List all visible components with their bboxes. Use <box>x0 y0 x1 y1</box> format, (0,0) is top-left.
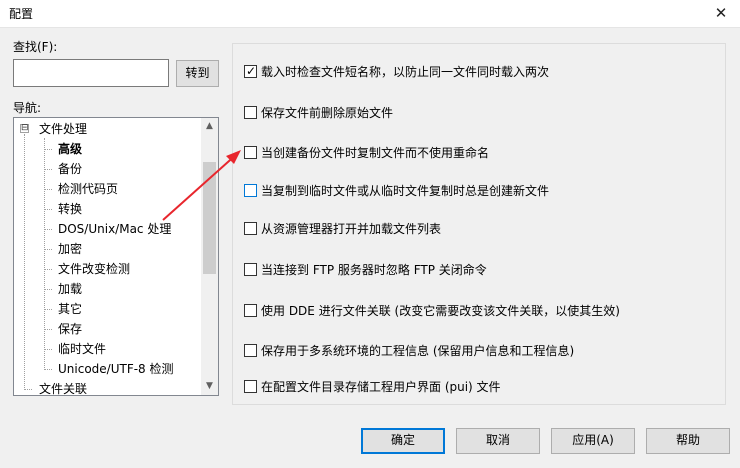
check-icon: ✓ <box>246 64 257 78</box>
option-label: 保存文件前删除原始文件 <box>261 106 394 120</box>
tree-item[interactable]: 加密 <box>58 239 82 259</box>
tree-line <box>44 309 52 310</box>
tree-line <box>44 249 52 250</box>
tree-item[interactable]: 高级 <box>58 139 82 159</box>
tree-line <box>44 289 52 290</box>
tree-line <box>44 269 52 270</box>
go-button[interactable]: 转到 <box>176 60 219 87</box>
tree-item[interactable]: 其它 <box>58 299 82 319</box>
tree-item[interactable]: 临时文件 <box>58 339 106 359</box>
option-label: 保存用于多系统环境的工程信息 (保留用户信息和工程信息) <box>261 344 575 358</box>
tree-item[interactable]: 转换 <box>58 199 82 219</box>
cancel-button[interactable]: 取消 <box>456 428 540 454</box>
option-checkbox[interactable] <box>244 344 257 357</box>
collapse-icon[interactable]: ⊟ <box>20 124 29 133</box>
tree-item[interactable]: 文件改变检测 <box>58 259 130 279</box>
option-label: 从资源管理器打开并加载文件列表 <box>261 222 442 236</box>
navigation-tree[interactable]: ⊟ 文件处理 高级 备份 检测代码页 转换 DOS/Unix/Mac 处理 加密 文件改变检测… <box>13 117 219 396</box>
tree-scrollbar[interactable]: ▲ ▼ <box>201 118 218 395</box>
option-checkbox[interactable] <box>244 184 257 197</box>
tree-line <box>44 138 45 370</box>
nav-label: 导航: <box>13 101 42 115</box>
tree-item[interactable]: DOS/Unix/Mac 处理 <box>58 219 171 239</box>
option-label: 当复制到临时文件或从临时文件复制时总是创建新文件 <box>261 184 550 198</box>
option-label: 载入时检查文件短名称，以防止同一文件同时载入两次 <box>261 65 550 79</box>
scroll-thumb[interactable] <box>203 162 216 274</box>
option-checkbox[interactable]: ✓ <box>244 64 257 78</box>
option-checkbox[interactable] <box>244 106 257 119</box>
tree-line <box>44 149 52 150</box>
option-checkbox[interactable] <box>244 146 257 159</box>
option-label: 使用 DDE 进行文件关联 (改变它需要改变该文件关联，以使其生效) <box>261 304 620 318</box>
option-label: 当创建备份文件时复制文件而不使用重命名 <box>261 146 490 160</box>
close-icon[interactable]: ✕ <box>710 3 732 23</box>
search-input[interactable] <box>13 59 169 87</box>
tree-item[interactable]: 保存 <box>58 319 82 339</box>
scroll-up-icon[interactable]: ▲ <box>201 118 218 135</box>
tree-line <box>44 349 52 350</box>
title-bar: 配置 ✕ <box>0 0 740 28</box>
apply-button[interactable]: 应用(A) <box>551 428 635 454</box>
tree-item[interactable]: 加载 <box>58 279 82 299</box>
tree-line <box>44 209 52 210</box>
option-checkbox[interactable] <box>244 304 257 317</box>
search-label: 查找(F): <box>13 40 58 54</box>
window-title: 配置 <box>9 7 34 21</box>
tree-line <box>44 329 52 330</box>
scroll-down-icon[interactable]: ▼ <box>201 378 218 395</box>
tree-folder-item[interactable]: 文件关联 <box>39 379 87 395</box>
option-label: 在配置文件目录存储工程用户界面 (pui) 文件 <box>261 380 501 394</box>
tree-item[interactable]: 检测代码页 <box>58 179 118 199</box>
option-checkbox[interactable] <box>244 380 257 393</box>
tree-line <box>44 369 52 370</box>
tree-line <box>24 134 25 388</box>
tree-folder-item[interactable]: 文件处理 <box>39 119 87 139</box>
help-button[interactable]: 帮助 <box>646 428 730 454</box>
ok-button[interactable]: 确定 <box>361 428 445 454</box>
option-checkbox[interactable] <box>244 222 257 235</box>
tree-item[interactable]: Unicode/UTF-8 检测 <box>58 359 174 379</box>
tree-line <box>24 389 32 390</box>
option-label: 当连接到 FTP 服务器时忽略 FTP 关闭命令 <box>261 263 487 277</box>
tree-line <box>44 189 52 190</box>
tree-item[interactable]: 备份 <box>58 159 82 179</box>
option-checkbox[interactable] <box>244 263 257 276</box>
tree-line <box>44 229 52 230</box>
tree-line <box>44 169 52 170</box>
